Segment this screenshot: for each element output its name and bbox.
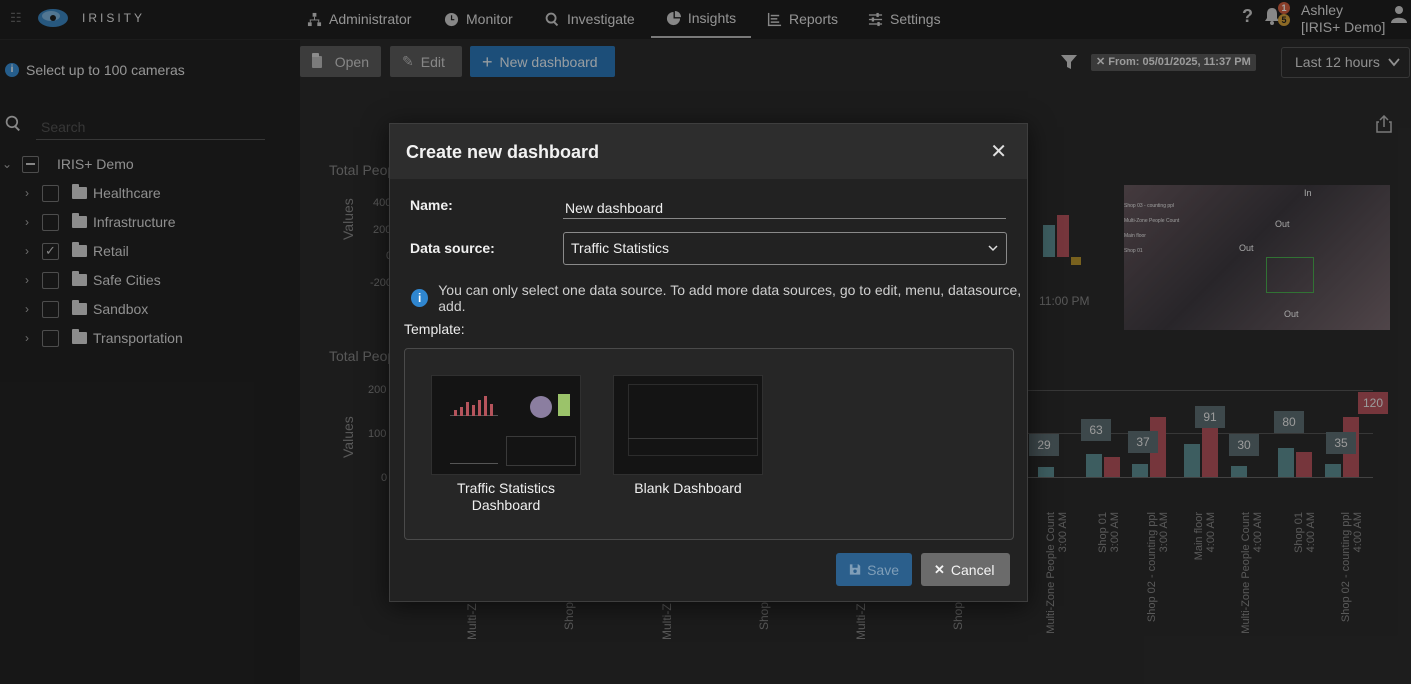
thumb-pie [530,396,552,418]
template-name: Traffic Statistics Dashboard [456,480,556,513]
data-source-value: Traffic Statistics [571,240,670,256]
dialog-title: Create new dashboard [406,142,600,162]
floppy-icon [849,564,861,575]
template-gallery: Traffic Statistics Dashboard Blank Dashb… [404,348,1014,540]
dashboard-name-input[interactable] [563,197,1006,219]
thumb-bar [490,404,493,416]
cancel-label: Cancel [950,561,995,578]
template-thumbnail [613,375,763,475]
save-label: Save [867,561,899,578]
thumb-bar [466,402,469,416]
thumb-bar [484,396,487,416]
template-thumbnail [431,375,581,475]
data-source-label: Data source: [410,240,495,256]
note-text: You can only select one data source. To … [438,282,1022,314]
template-blank[interactable]: Blank Dashboard [613,375,763,497]
info-icon: i [411,289,429,307]
thumb-bar [478,400,481,416]
data-source-note: i You can only select one data source. T… [411,282,1027,314]
template-traffic-statistics[interactable]: Traffic Statistics Dashboard [431,375,581,514]
close-icon: ✕ [934,561,945,577]
thumb-axis [628,438,758,439]
template-name: Blank Dashboard [634,480,742,496]
thumb-legend [558,394,570,416]
thumb-bar [454,410,457,416]
thumb-table [506,436,576,466]
cancel-button[interactable]: ✕ Cancel [921,553,1010,586]
thumb-bar [460,407,463,416]
thumb-bar [472,405,475,416]
thumb-chart [450,446,498,464]
template-label: Template: [404,321,465,337]
dialog-header: Create new dashboard ✕ [390,124,1027,179]
save-button[interactable]: Save [836,553,912,586]
create-dashboard-dialog: Create new dashboard ✕ Name: Data source… [389,123,1028,602]
data-source-select[interactable]: Traffic Statistics [563,232,1007,265]
name-label: Name: [410,197,453,213]
thumb-plot [628,384,758,456]
close-icon[interactable]: ✕ [990,139,1007,164]
chevron-down-icon [988,245,998,252]
